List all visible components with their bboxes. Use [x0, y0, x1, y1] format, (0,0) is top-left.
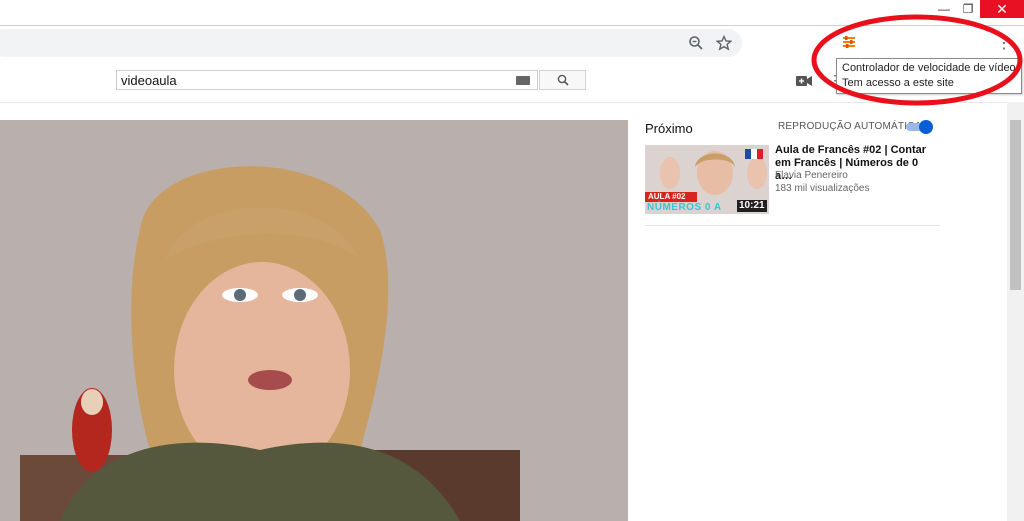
scrollbar-thumb[interactable] — [1010, 120, 1021, 290]
tooltip-title: Controlador de velocidade de vídeo — [842, 62, 1016, 74]
zoom-icon[interactable] — [686, 33, 706, 53]
recommended-video-channel[interactable]: Flavia Penereiro — [775, 170, 848, 181]
autoplay-toggle[interactable] — [906, 120, 934, 134]
next-label: Próximo — [645, 121, 693, 136]
recommended-video-views: 183 mil visualizações — [775, 183, 870, 194]
recommended-video-thumbnail[interactable]: AULA #02 NÚMEROS 0 A 10:21 — [645, 145, 769, 214]
autoplay-label: REPRODUÇÃO AUTOMÁTICA — [778, 121, 922, 132]
redacted-area — [630, 226, 970, 521]
video-player[interactable] — [0, 120, 628, 521]
thumbnail-caption-2: NÚMEROS 0 A — [647, 202, 722, 213]
search-button[interactable] — [539, 70, 586, 90]
keyboard-icon[interactable] — [516, 76, 530, 85]
search-icon — [557, 74, 569, 86]
star-icon[interactable] — [714, 33, 734, 53]
extension-tooltip: Controlador de velocidade de vídeo Tem a… — [836, 58, 1022, 94]
address-bar[interactable] — [0, 29, 742, 57]
search-box[interactable] — [116, 70, 538, 90]
browser-menu-icon[interactable]: ⋮ — [996, 33, 1012, 53]
search-input[interactable] — [121, 73, 511, 88]
video-speed-controller-icon[interactable] — [838, 31, 860, 53]
upload-video-icon[interactable] — [796, 74, 812, 88]
video-frame — [0, 120, 628, 521]
tooltip-subtitle: Tem acesso a este site — [842, 77, 954, 89]
window-titlebar — [0, 0, 1024, 26]
titlebar-divider — [0, 25, 1024, 26]
video-duration-badge: 10:21 — [737, 200, 767, 212]
close-window-button[interactable]: ✕ — [980, 0, 1024, 18]
apps-menu-icon[interactable]: ⋮ — [828, 72, 842, 88]
thumbnail-caption-1: AULA #02 — [648, 192, 686, 201]
